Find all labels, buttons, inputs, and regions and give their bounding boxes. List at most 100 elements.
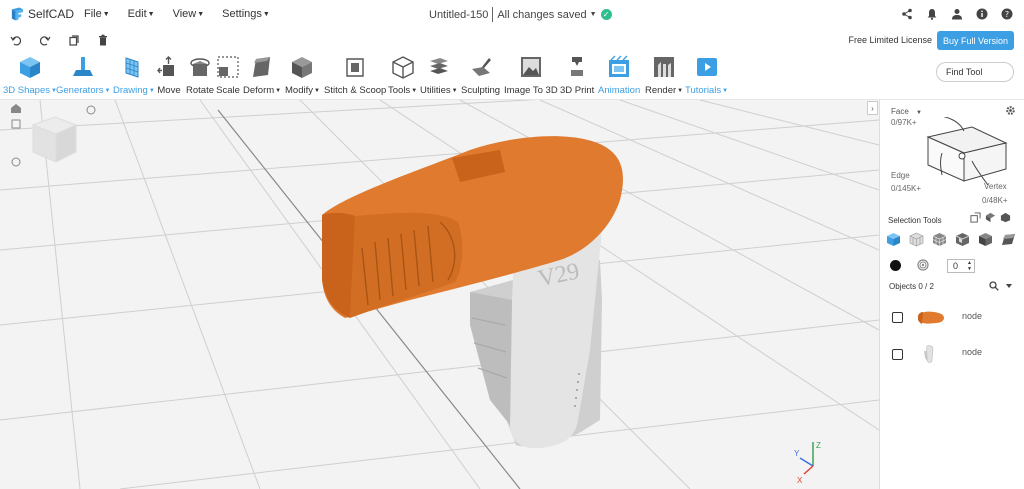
objects-search-icon[interactable]: [989, 281, 999, 291]
select-face-cube-icon[interactable]: [955, 232, 970, 247]
fit-view-icon[interactable]: [11, 119, 21, 129]
buy-full-version-button[interactable]: Buy Full Version: [937, 31, 1014, 50]
trash-icon[interactable]: [96, 33, 110, 47]
object-row-1[interactable]: [892, 309, 945, 325]
tool-deform[interactable]: Deform▼: [243, 55, 281, 96]
object-2-name[interactable]: node: [962, 347, 982, 357]
right-panel: Face ▼ 0/97K+ Edge 0/145K+ Vertex 0/48K+…: [879, 100, 1024, 489]
panel-settings-gear-icon[interactable]: [1005, 105, 1016, 116]
view-cube[interactable]: [31, 116, 78, 163]
tool-drawing[interactable]: Drawing▼: [113, 55, 155, 96]
select-subtract-icon[interactable]: [985, 212, 996, 223]
vertex-label[interactable]: Vertex: [984, 182, 1007, 191]
redo-icon[interactable]: [38, 33, 52, 47]
object-row-2[interactable]: [892, 344, 945, 364]
brush-pattern-icon[interactable]: [917, 259, 929, 271]
orbit-icon[interactable]: [86, 105, 96, 115]
select-add-icon[interactable]: [970, 212, 981, 223]
help-icon[interactable]: ?: [1000, 7, 1014, 21]
check-circle-icon: ✓: [600, 9, 612, 20]
select-solid-cube-icon[interactable]: [978, 232, 993, 247]
svg-text:Z: Z: [816, 441, 821, 450]
tool-stitch-scoop[interactable]: Stitch & Scoop: [324, 55, 386, 96]
objects-options-icon[interactable]: [1004, 281, 1014, 291]
tool-scale[interactable]: Scale: [216, 55, 240, 96]
scale-icon: [217, 56, 239, 78]
selection-mode-cube[interactable]: [924, 117, 1010, 185]
select-grid-cube-icon[interactable]: [909, 232, 924, 247]
tool-image-to-3d[interactable]: Image To 3D: [504, 55, 558, 96]
bell-icon[interactable]: [925, 7, 939, 21]
tool-animation[interactable]: Animation: [598, 55, 640, 96]
object-1-name[interactable]: node: [962, 311, 982, 321]
panel-collapse-chevron-icon[interactable]: ›: [867, 101, 878, 115]
svg-text:?: ?: [1005, 10, 1009, 19]
tool-3d-shapes[interactable]: 3D Shapes▼: [3, 55, 57, 96]
selection-extra-tools: [970, 212, 1011, 223]
viewport-scene: V29 Z Y X: [0, 100, 879, 489]
select-cube-icon[interactable]: [886, 232, 901, 247]
objects-title: Objects 0 / 2: [889, 282, 934, 291]
menu-view[interactable]: View▼: [173, 8, 205, 20]
find-tool-search[interactable]: Find Tool: [936, 62, 1014, 82]
undo-icon[interactable]: [9, 33, 23, 47]
tool-tools[interactable]: Tools▼: [388, 55, 417, 96]
cube-icon: [19, 57, 40, 78]
app-name: SelfCAD: [27, 7, 74, 21]
object-2-checkbox[interactable]: [892, 348, 903, 360]
sculpting-brush-icon: [471, 58, 491, 76]
tutorials-video-icon: [696, 58, 717, 76]
tool-rotate[interactable]: Rotate: [186, 55, 214, 96]
save-status-chevron-icon[interactable]: ▼: [590, 11, 597, 18]
select-invert-icon[interactable]: [1000, 212, 1011, 223]
tool-sculpting[interactable]: Sculpting: [461, 55, 500, 96]
tool-utilities[interactable]: Utilities▼: [420, 55, 458, 96]
svg-text:Y: Y: [794, 449, 800, 458]
utilities-layers-icon: [429, 58, 448, 74]
view-settings-icon[interactable]: [11, 157, 21, 167]
edge-count: 0/145K+: [891, 184, 922, 193]
3d-printer-icon: [571, 57, 584, 76]
document-title-area: Untitled-150 All changes saved ▼ ✓: [429, 7, 612, 22]
3d-viewport[interactable]: V29 Z Y X: [0, 100, 879, 489]
axis-gizmo: Z Y X: [794, 441, 821, 485]
select-mesh-cube-icon[interactable]: [932, 232, 947, 247]
main-menu: File▼ Edit▼ View▼ Settings▼: [84, 8, 288, 20]
generator-pin-icon: [73, 57, 94, 76]
tool-3d-print[interactable]: 3D Print: [560, 55, 594, 96]
tool-modify[interactable]: Modify▼: [285, 55, 320, 96]
move-icon: [157, 56, 174, 76]
svg-text:X: X: [797, 476, 803, 485]
edge-label[interactable]: Edge: [891, 171, 910, 180]
document-title[interactable]: Untitled-150: [429, 9, 488, 21]
share-icon[interactable]: [900, 7, 914, 21]
top-menu-bar: SelfCAD File▼ Edit▼ View▼ Settings▼ Unti…: [0, 0, 1024, 28]
info-icon[interactable]: [975, 7, 989, 21]
menu-file[interactable]: File▼: [84, 8, 110, 20]
home-icon[interactable]: [11, 104, 21, 113]
deform-icon: [253, 57, 271, 77]
tool-tutorials[interactable]: Tutorials▼: [685, 55, 728, 96]
face-count: 0/97K+: [891, 118, 917, 127]
tool-render[interactable]: Render▼: [645, 55, 683, 96]
tool-generators[interactable]: Generators▼: [56, 55, 110, 96]
license-text: Free Limited License: [848, 35, 932, 45]
brush-color-swatch[interactable]: [890, 260, 901, 271]
object-1-thumbnail: [918, 311, 944, 324]
select-plane-icon[interactable]: [1001, 232, 1016, 247]
tools-cube-icon: [391, 56, 414, 79]
menu-edit[interactable]: Edit▼: [128, 8, 155, 20]
object-1-checkbox[interactable]: [892, 311, 903, 323]
menu-settings[interactable]: Settings▼: [222, 8, 270, 20]
user-icon[interactable]: [950, 7, 964, 21]
brush-size-input[interactable]: 0 ▲ ▼: [947, 259, 975, 273]
tool-move[interactable]: Move: [157, 55, 181, 96]
face-mode-label[interactable]: Face ▼: [891, 107, 922, 116]
modify-cube-icon: [292, 57, 313, 78]
main-toolbar: 3D Shapes▼ Generators▼ Drawing▼ Move Rot…: [0, 52, 1024, 100]
app-logo[interactable]: SelfCAD: [10, 6, 74, 22]
copy-icon[interactable]: [67, 33, 81, 47]
drawing-grid-icon: [125, 57, 139, 78]
selfcad-logo-icon: [11, 7, 24, 21]
save-status[interactable]: All changes saved: [497, 9, 586, 21]
